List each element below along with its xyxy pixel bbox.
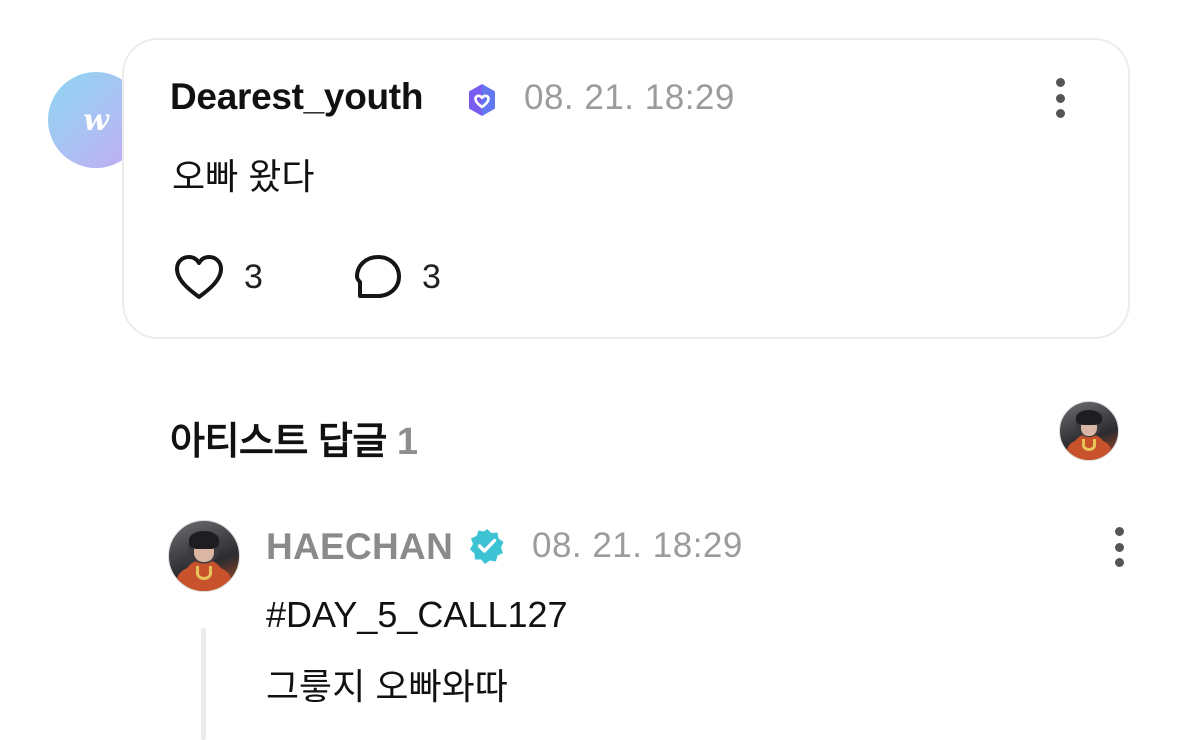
reply-hashtag[interactable]: #DAY_5_CALL127 [266, 594, 568, 636]
reply-message: 그릏지 오빠와따 [266, 666, 508, 707]
like-count: 3 [244, 257, 263, 296]
reply-author-avatar[interactable] [168, 520, 240, 592]
more-vertical-icon[interactable] [1112, 527, 1126, 567]
verified-badge-icon [469, 84, 495, 116]
post-username[interactable]: Dearest_youth [170, 76, 423, 118]
artist-replies-count: 1 [396, 421, 418, 463]
reply-username[interactable]: HAECHAN [266, 526, 453, 568]
heart-outline-icon [175, 255, 223, 299]
speech-bubble-icon [355, 255, 401, 298]
artist-avatar-small[interactable] [1059, 401, 1119, 461]
artist-verified-badge-icon [470, 529, 504, 564]
post-text: 오빠 왔다 [172, 156, 315, 197]
post-timestamp: 08. 21. 18:29 [524, 78, 735, 117]
comment-count: 3 [422, 257, 441, 296]
artist-replies-title: 아티스트 답글 [170, 421, 387, 463]
more-vertical-icon[interactable] [1053, 78, 1067, 118]
post-card: Dearest_youth 08. 21. 18:29 오빠 왔다 3 3 [122, 38, 1130, 339]
comment-button[interactable]: 3 [352, 252, 441, 302]
like-button[interactable]: 3 [172, 252, 263, 302]
reply-timestamp: 08. 21. 18:29 [532, 526, 743, 565]
thread-line [201, 628, 206, 740]
artist-replies-heading: 아티스트 답글 1 [170, 410, 418, 465]
weverse-logo-icon: w [83, 102, 109, 138]
